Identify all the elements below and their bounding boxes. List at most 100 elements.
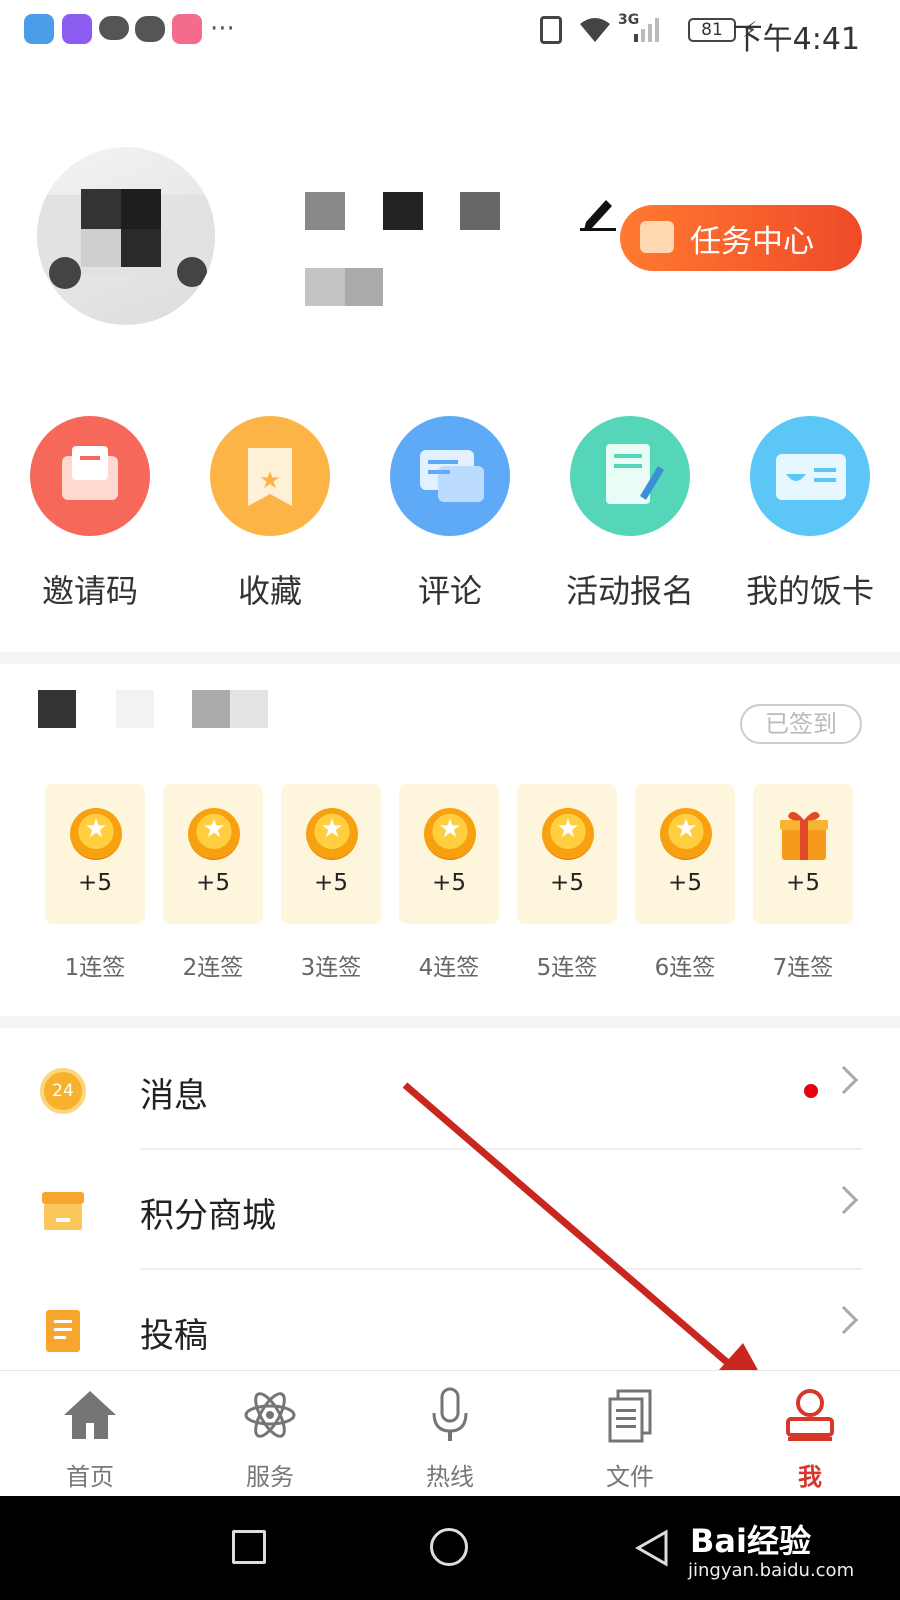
checkin-points: +5: [432, 870, 466, 896]
avatar-wheel: [49, 257, 81, 289]
checkin-card: +5: [753, 784, 853, 924]
edit-icon[interactable]: [578, 194, 618, 232]
message-icon: 24: [40, 1068, 86, 1114]
task-center-button[interactable]: 任务中心: [620, 205, 862, 271]
section-divider: [0, 1016, 900, 1028]
tab-home[interactable]: 首页: [0, 1371, 180, 1497]
checkin-day: +5 6连签: [635, 784, 735, 982]
checkin-day-label: 4连签: [418, 955, 480, 981]
checkin-day: +5 7连签: [753, 784, 853, 982]
checkin-day: +5 1连签: [45, 784, 145, 982]
avatar-pixelation: [81, 189, 121, 229]
menu-label: 投稿: [140, 1316, 208, 1356]
annotation-arrow: [402, 1082, 780, 1410]
pixel-block: [116, 690, 154, 728]
message-badge-number: 24: [52, 1081, 74, 1101]
battery-indicator: 81: [688, 18, 736, 42]
recent-apps-button[interactable]: [232, 1530, 266, 1564]
checkin-day-label: 6连签: [654, 955, 716, 981]
checkin-day-label: 2连签: [182, 955, 244, 981]
coin-icon: [70, 808, 122, 860]
invite-icon: [30, 416, 150, 536]
bottom-tab-bar: 首页 服务 热线 文件 我: [0, 1370, 900, 1496]
checkin-points: +5: [550, 870, 584, 896]
checkin-card: +5: [281, 784, 381, 924]
tab-label: 文件: [606, 1463, 654, 1491]
checkin-day: +5 2连签: [163, 784, 263, 982]
tab-me[interactable]: 我: [720, 1371, 900, 1497]
coin-icon: [306, 808, 358, 860]
atom-icon: [244, 1392, 296, 1438]
feature-label: 邀请码: [41, 572, 138, 610]
task-center-label: 任务中心: [690, 223, 814, 260]
tab-label: 热线: [426, 1463, 474, 1491]
signup-icon: [570, 416, 690, 536]
menu-label: 消息: [140, 1076, 208, 1116]
avatar-pixelation: [81, 229, 121, 267]
pixel-block: [192, 690, 230, 728]
feature-meal-card[interactable]: 我的饭卡: [720, 416, 900, 612]
feature-label: 活动报名: [565, 572, 694, 610]
document-icon: [608, 1389, 652, 1443]
feature-activity-signup[interactable]: 活动报名: [540, 416, 720, 612]
watermark-url: jingyan.baidu.com: [688, 1560, 855, 1581]
coin-icon: [660, 808, 712, 860]
avatar[interactable]: [37, 147, 215, 325]
feature-favorite[interactable]: ★ 收藏: [180, 416, 360, 612]
checkin-card: +5: [635, 784, 735, 924]
pixel-block: [345, 268, 383, 306]
checkin-day-label: 7连签: [772, 955, 834, 981]
feature-invite-code[interactable]: 邀请码: [0, 416, 180, 612]
pixel-block: [383, 192, 423, 230]
tab-hotline[interactable]: 热线: [360, 1371, 540, 1497]
checkin-points: +5: [314, 870, 348, 896]
unread-dot: [804, 1084, 818, 1098]
coin-icon: [542, 808, 594, 860]
checkin-day: +5 4连签: [399, 784, 499, 982]
checkin-card: +5: [399, 784, 499, 924]
system-nav-bar: Bai经验 jingyan.baidu.com: [0, 1496, 900, 1600]
section-divider: [0, 652, 900, 664]
comment-icon: [390, 416, 510, 536]
menu-label: 积分商城: [140, 1196, 276, 1236]
checkin-day-label: 5连签: [536, 955, 598, 981]
status-bar: ··· 3G 81 ⚡ 下午4:41: [0, 0, 900, 62]
checkin-day-label: 1连签: [64, 955, 126, 981]
app-notification-icon: [172, 14, 202, 44]
feature-label: 收藏: [237, 572, 302, 610]
signed-in-badge: 已签到: [740, 704, 862, 744]
microphone-icon: [432, 1387, 468, 1441]
app-notification-icon: [24, 14, 54, 44]
meal-card-icon: [750, 416, 870, 536]
wifi-icon: [580, 18, 610, 42]
favorite-icon: ★: [210, 416, 330, 536]
tab-services[interactable]: 服务: [180, 1371, 360, 1497]
checkin-day: +5 3连签: [281, 784, 381, 982]
chevron-right-icon: [829, 1185, 859, 1215]
submit-icon: [46, 1310, 80, 1352]
gift-icon: [780, 811, 828, 860]
home-icon: [64, 1391, 116, 1439]
svg-text:★: ★: [259, 466, 281, 494]
checkin-card: +5: [517, 784, 617, 924]
signal-icon: [634, 18, 659, 42]
back-button[interactable]: [632, 1528, 670, 1568]
chevron-right-icon: [829, 1305, 859, 1335]
feature-comment[interactable]: 评论: [360, 416, 540, 612]
pixel-block: [305, 268, 345, 306]
checkin-points: +5: [196, 870, 230, 896]
avatar-wheel: [177, 257, 207, 287]
home-button[interactable]: [430, 1528, 468, 1566]
tab-documents[interactable]: 文件: [540, 1371, 720, 1497]
vibrate-icon: [540, 16, 562, 44]
wechat-icon: [135, 16, 165, 42]
avatar-pixelation: [121, 229, 161, 267]
status-time: 下午4:41: [732, 22, 860, 57]
chevron-right-icon: [829, 1065, 859, 1095]
checkin-card: +5: [45, 784, 145, 924]
avatar-pixelation: [121, 189, 161, 229]
checkin-points: +5: [668, 870, 702, 896]
coin-icon: [424, 808, 476, 860]
checkin-points: +5: [786, 870, 820, 896]
user-icon: [786, 1389, 834, 1441]
